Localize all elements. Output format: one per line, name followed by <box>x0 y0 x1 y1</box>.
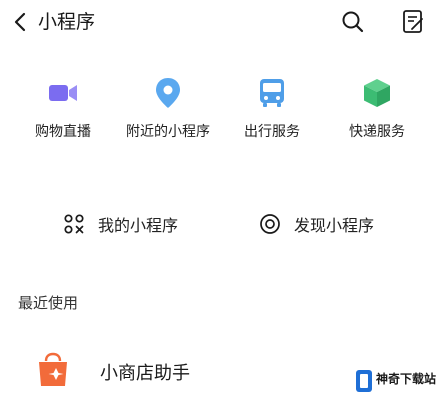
search-icon <box>342 11 364 33</box>
discover-mini-programs-label: 发现小程序 <box>294 216 375 235</box>
video-camera-icon <box>49 85 77 101</box>
grid-apps-icon <box>64 214 84 234</box>
page-title: 小程序 <box>38 11 96 33</box>
bus-icon <box>260 79 284 107</box>
my-mini-programs-label: 我的小程序 <box>98 216 179 235</box>
location-pin-icon <box>156 78 180 108</box>
manage-button[interactable] <box>400 7 426 35</box>
quick-access-row: 购物直播 附近的小程序 出行服务 快递服务 <box>0 72 440 152</box>
quick-item-label: 快递服务 <box>349 124 405 140</box>
shopping-bag-icon <box>39 352 67 386</box>
watermark: 神奇下载站 <box>352 366 436 402</box>
recent-section-title: 最近使用 <box>18 294 79 312</box>
package-box-icon <box>364 79 390 107</box>
my-mini-programs-link[interactable]: 我的小程序 <box>62 206 178 242</box>
watermark-logo-icon <box>356 370 372 392</box>
quick-item-nearby[interactable]: 附近的小程序 <box>113 72 223 152</box>
quick-item-label: 购物直播 <box>35 124 91 140</box>
quick-item-label: 附近的小程序 <box>126 124 210 140</box>
chevron-left-icon <box>14 12 26 32</box>
clipboard-edit-icon <box>403 10 423 33</box>
recent-item-label: 小商店助手 <box>100 363 190 384</box>
back-button[interactable] <box>10 9 32 35</box>
discover-mini-programs-link[interactable]: 发现小程序 <box>258 206 374 242</box>
search-button[interactable] <box>340 9 366 35</box>
quick-item-label: 出行服务 <box>244 124 300 140</box>
discover-icon <box>260 214 280 234</box>
quick-item-travel[interactable]: 出行服务 <box>217 72 327 152</box>
mini-program-nav: 我的小程序 发现小程序 <box>0 206 440 242</box>
quick-item-express[interactable]: 快递服务 <box>322 72 432 152</box>
quick-item-shopping-live[interactable]: 购物直播 <box>8 72 118 152</box>
top-bar: 小程序 <box>0 0 440 44</box>
watermark-text: 神奇下载站 <box>376 372 437 386</box>
